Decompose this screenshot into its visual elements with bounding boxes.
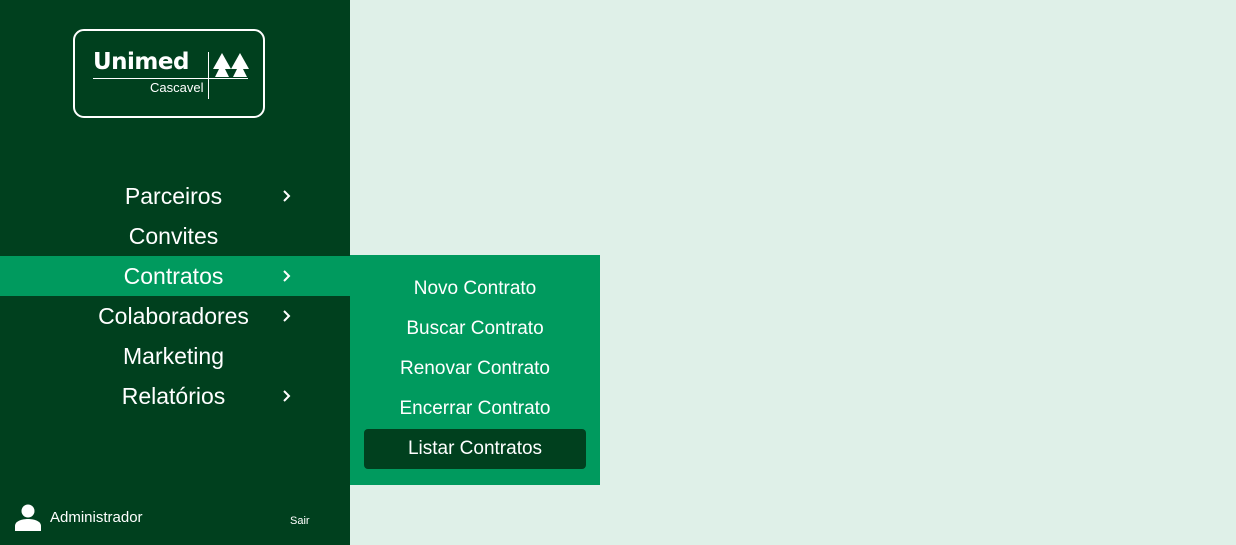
nav-item-label: Marketing bbox=[123, 343, 224, 369]
nav-item-marketing[interactable]: Marketing bbox=[0, 336, 350, 376]
submenu-item-encerrar-contrato[interactable]: Encerrar Contrato bbox=[364, 389, 586, 429]
unimed-logo: Unimed Cascavel bbox=[73, 29, 265, 118]
nav-item-label: Convites bbox=[128, 223, 219, 249]
sidebar: Unimed Cascavel Parceiros Convites Contr… bbox=[0, 0, 350, 545]
nav-item-label: Relatórios bbox=[121, 383, 226, 409]
logo-vertical-divider bbox=[208, 52, 209, 99]
submenu-item-renovar-contrato[interactable]: Renovar Contrato bbox=[364, 349, 586, 389]
logout-button[interactable]: Sair bbox=[290, 514, 310, 528]
nav-item-parceiros[interactable]: Parceiros bbox=[0, 176, 350, 216]
logo-city: Cascavel bbox=[150, 80, 204, 95]
main-content bbox=[600, 0, 1236, 545]
user-icon bbox=[15, 504, 41, 531]
nav-item-relatorios[interactable]: Relatórios bbox=[0, 376, 350, 416]
chevron-right-icon bbox=[283, 190, 291, 202]
nav-item-colaboradores[interactable]: Colaboradores bbox=[0, 296, 350, 336]
contratos-submenu: Novo Contrato Buscar Contrato Renovar Co… bbox=[350, 255, 600, 485]
logo-divider bbox=[93, 78, 248, 79]
nav-item-label: Parceiros bbox=[124, 183, 223, 209]
chevron-right-icon bbox=[283, 270, 291, 282]
nav-item-contratos[interactable]: Contratos bbox=[0, 256, 350, 296]
submenu-item-listar-contratos[interactable]: Listar Contratos bbox=[364, 429, 586, 469]
nav-item-convites[interactable]: Convites bbox=[0, 216, 350, 256]
nav-item-label: Contratos bbox=[123, 263, 224, 289]
chevron-right-icon bbox=[283, 390, 291, 402]
unimed-tree-icon bbox=[213, 53, 249, 77]
submenu-item-novo-contrato[interactable]: Novo Contrato bbox=[364, 269, 586, 309]
logo-wordmark: Unimed bbox=[93, 49, 189, 75]
nav-item-label: Colaboradores bbox=[98, 303, 249, 329]
chevron-right-icon bbox=[283, 310, 291, 322]
user-name: Administrador bbox=[50, 509, 143, 526]
submenu-item-buscar-contrato[interactable]: Buscar Contrato bbox=[364, 309, 586, 349]
